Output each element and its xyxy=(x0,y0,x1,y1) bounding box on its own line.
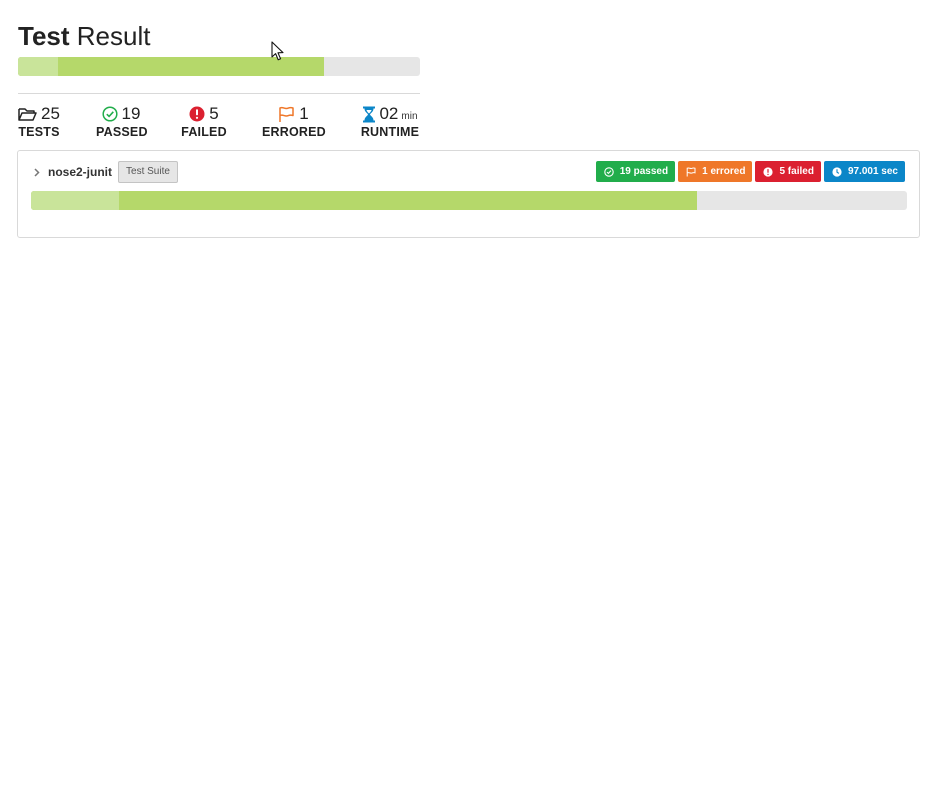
exclamation-circle-icon xyxy=(189,106,205,122)
stat-passed-value: 19 xyxy=(121,104,141,123)
passed-badge-label: 19 passed xyxy=(619,166,669,177)
progress-light-segment xyxy=(31,191,119,210)
suite-type-tag: Test Suite xyxy=(118,161,178,183)
page-title: Test Result xyxy=(18,20,150,52)
failed-badge-label: 5 failed xyxy=(779,166,814,177)
stat-errored-value: 1 xyxy=(299,104,309,123)
stat-passed-label: PASSED xyxy=(96,125,148,139)
stat-runtime-value: 02 xyxy=(379,104,399,123)
stat-failed-value: 5 xyxy=(209,104,219,123)
flag-icon xyxy=(686,166,696,177)
progress-passed-segment xyxy=(31,191,697,210)
stat-errored-label: ERRORED xyxy=(262,125,326,139)
stat-failed-label: FAILED xyxy=(181,125,227,139)
runtime-badge-label: 97.001 sec xyxy=(847,166,898,177)
stat-tests-value: 25 xyxy=(41,104,60,123)
check-circle-icon xyxy=(603,166,614,177)
exclamation-circle-icon xyxy=(763,166,774,177)
suite-progress-bar xyxy=(31,191,907,210)
suite-header[interactable]: nose2-junit Test Suite xyxy=(32,161,178,183)
errored-badge: 1 errored xyxy=(678,161,753,182)
stat-failed: 5 FAILED xyxy=(181,104,227,139)
stat-runtime-unit: min xyxy=(401,111,418,122)
passed-badge: 19 passed xyxy=(595,161,676,182)
divider xyxy=(18,93,420,94)
summary-progress-bar xyxy=(18,57,420,76)
flag-icon xyxy=(278,106,295,123)
suite-name[interactable]: nose2-junit xyxy=(48,165,112,179)
progress-light-segment xyxy=(18,57,58,76)
stat-tests-label: TESTS xyxy=(18,125,60,139)
stat-passed: 19 PASSED xyxy=(96,104,148,139)
errored-badge-label: 1 errored xyxy=(702,166,746,177)
mouse-cursor-icon xyxy=(271,41,285,67)
clock-icon xyxy=(832,166,842,177)
chevron-right-icon[interactable] xyxy=(32,167,42,177)
page-title-bold: Test xyxy=(18,21,70,51)
stats-row: 25 TESTS 19 PASSED 5 FAILED 1 ERRORED 02… xyxy=(18,104,420,144)
check-circle-icon xyxy=(101,106,118,122)
test-suite-card: nose2-junit Test Suite 19 passed 1 error… xyxy=(17,150,920,238)
folder-open-icon xyxy=(18,107,37,122)
page-title-light: Result xyxy=(76,21,151,51)
suite-badges: 19 passed 1 errored 5 failed 97.001 sec xyxy=(595,161,905,182)
stat-runtime: 02 min RUNTIME xyxy=(360,104,420,139)
stat-runtime-label: RUNTIME xyxy=(360,125,420,139)
hourglass-icon xyxy=(362,106,376,123)
stat-tests: 25 TESTS xyxy=(18,104,60,139)
runtime-badge: 97.001 sec xyxy=(823,161,905,182)
failed-badge: 5 failed xyxy=(755,161,821,182)
stat-errored: 1 ERRORED xyxy=(262,104,326,139)
